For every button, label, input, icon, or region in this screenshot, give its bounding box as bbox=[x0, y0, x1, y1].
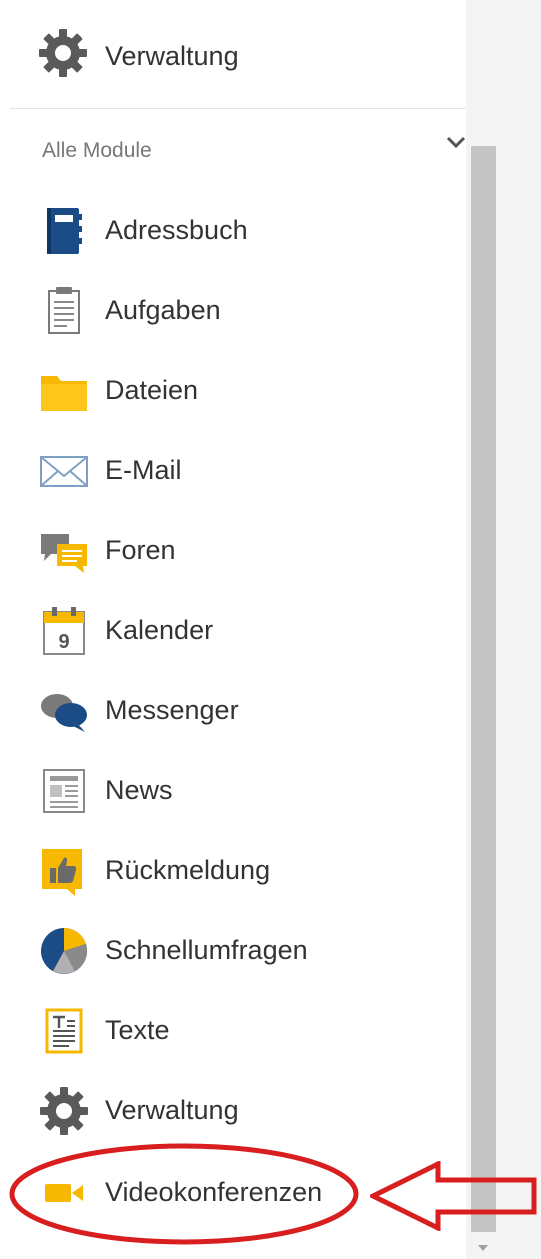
section-header-alle-module[interactable]: Alle Module bbox=[0, 128, 466, 172]
sidebar-item-label: Aufgaben bbox=[105, 295, 221, 325]
sidebar-item-label: News bbox=[105, 775, 173, 805]
sidebar-item-videokonferenzen[interactable]: Videokonferenzen bbox=[0, 1152, 466, 1232]
sidebar-item-label: Dateien bbox=[105, 375, 199, 405]
envelope-icon bbox=[40, 456, 88, 487]
sidebar-item-label: Foren bbox=[105, 535, 176, 565]
sidebar-item-label: Verwaltung bbox=[105, 1095, 239, 1125]
gear-icon bbox=[40, 1087, 88, 1135]
sidebar-item-messenger[interactable]: Messenger bbox=[0, 670, 466, 750]
sidebar-item-schnellumfragen[interactable]: Schnellumfragen bbox=[0, 910, 466, 990]
sidebar-item-foren[interactable]: Foren bbox=[0, 510, 466, 590]
sidebar-item-news[interactable]: News bbox=[0, 750, 466, 830]
sidebar-item-kalender[interactable]: 9 Kalender bbox=[0, 590, 466, 670]
pie-chart-icon bbox=[41, 927, 88, 974]
sidebar-item-verwaltung-top[interactable]: Verwaltung bbox=[0, 0, 466, 80]
address-book-icon bbox=[47, 208, 82, 254]
thumbs-up-icon bbox=[42, 849, 82, 896]
sidebar-item-label: Kalender bbox=[105, 615, 214, 645]
sidebar-item-verwaltung[interactable]: Verwaltung bbox=[0, 1070, 466, 1150]
sidebar-item-label: Adressbuch bbox=[105, 215, 248, 245]
sidebar: Verwaltung Alle Module Adressbuch Aufgab… bbox=[0, 0, 466, 1259]
clipboard-icon bbox=[48, 287, 80, 334]
sidebar-item-texte[interactable]: Texte bbox=[0, 990, 466, 1070]
chevron-down-icon[interactable] bbox=[444, 130, 468, 154]
section-title: Alle Module bbox=[42, 139, 152, 162]
newspaper-icon bbox=[43, 769, 85, 813]
sidebar-item-label: Videokonferenzen bbox=[105, 1177, 323, 1207]
sidebar-item-adressbuch[interactable]: Adressbuch bbox=[0, 190, 466, 270]
sidebar-item-label: Rückmeldung bbox=[105, 855, 271, 885]
scrollbar-thumb[interactable] bbox=[471, 146, 496, 1232]
sidebar-item-e-mail[interactable]: E-Mail bbox=[0, 430, 466, 510]
video-camera-icon bbox=[45, 1184, 83, 1202]
sidebar-item-label: E-Mail bbox=[105, 455, 182, 485]
text-document-icon bbox=[45, 1008, 83, 1054]
sidebar-item-label: Verwaltung bbox=[105, 41, 239, 71]
sidebar-item-rueckmeldung[interactable]: Rückmeldung bbox=[0, 830, 466, 910]
divider bbox=[10, 108, 466, 109]
folder-icon bbox=[41, 376, 87, 411]
sidebar-item-label: Messenger bbox=[105, 695, 239, 725]
calendar-day-number: 9 bbox=[58, 631, 69, 653]
scroll-down-arrow-icon[interactable] bbox=[474, 1242, 492, 1254]
gear-icon bbox=[39, 29, 87, 77]
chat-bubbles-icon bbox=[41, 694, 87, 732]
sidebar-item-label: Texte bbox=[105, 1015, 170, 1045]
sidebar-item-label: Schnellumfragen bbox=[105, 935, 308, 965]
calendar-icon: 9 bbox=[43, 607, 85, 655]
sidebar-item-dateien[interactable]: Dateien bbox=[0, 350, 466, 430]
content-pane bbox=[500, 0, 541, 1259]
sidebar-item-aufgaben[interactable]: Aufgaben bbox=[0, 270, 466, 350]
forum-icon bbox=[41, 534, 87, 573]
